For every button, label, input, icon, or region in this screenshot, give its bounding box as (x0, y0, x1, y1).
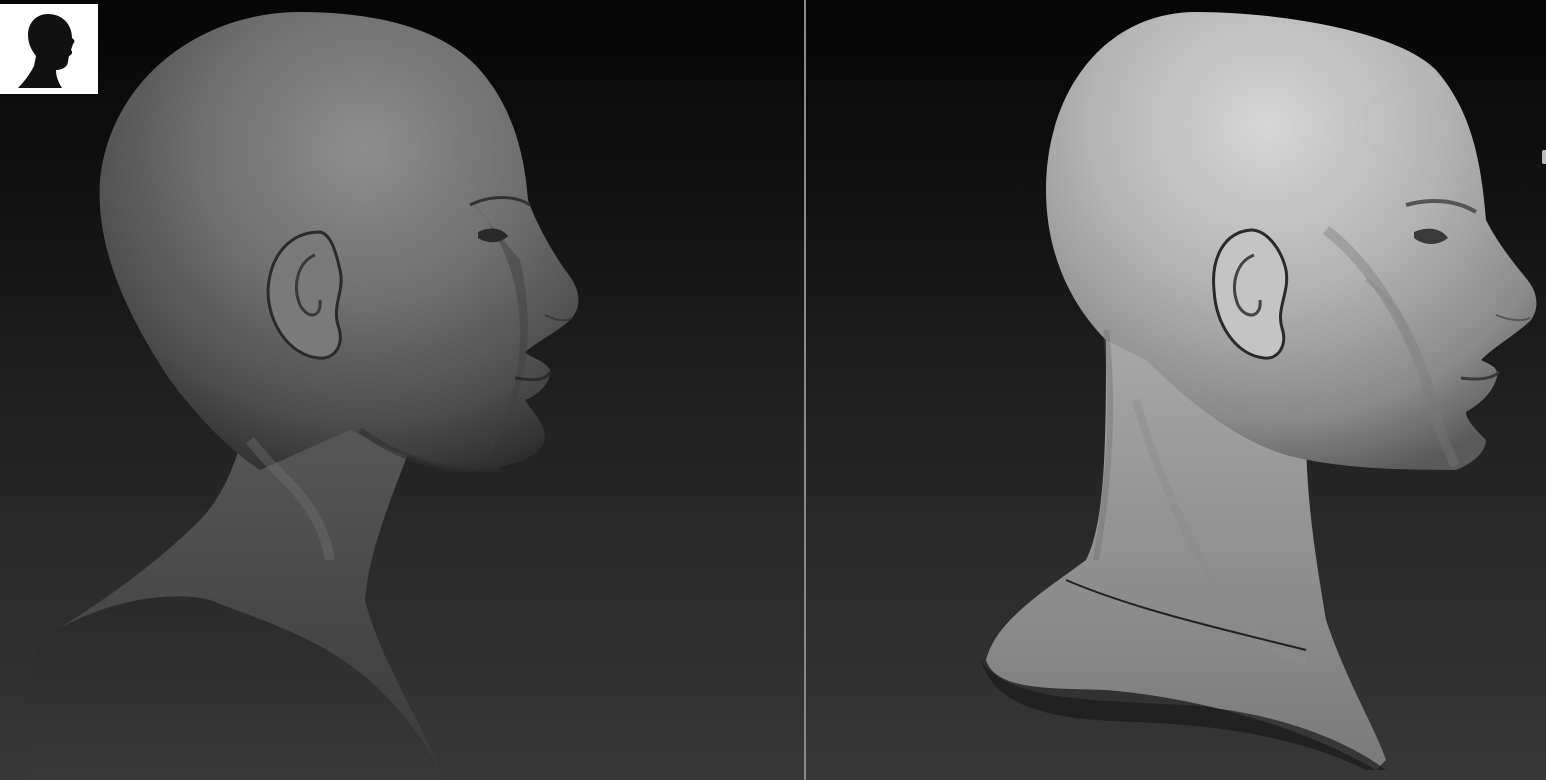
head-model-smooth[interactable] (0, 0, 804, 780)
panel-edge-marker (1542, 150, 1546, 164)
left-view-panel[interactable] (0, 0, 804, 780)
right-view-panel[interactable] (806, 0, 1546, 780)
sculpt-viewport[interactable] (0, 0, 1546, 780)
head-silhouette-icon (0, 4, 98, 94)
head-model-detailed[interactable] (806, 0, 1546, 780)
thumbnail-preview[interactable] (0, 4, 98, 94)
